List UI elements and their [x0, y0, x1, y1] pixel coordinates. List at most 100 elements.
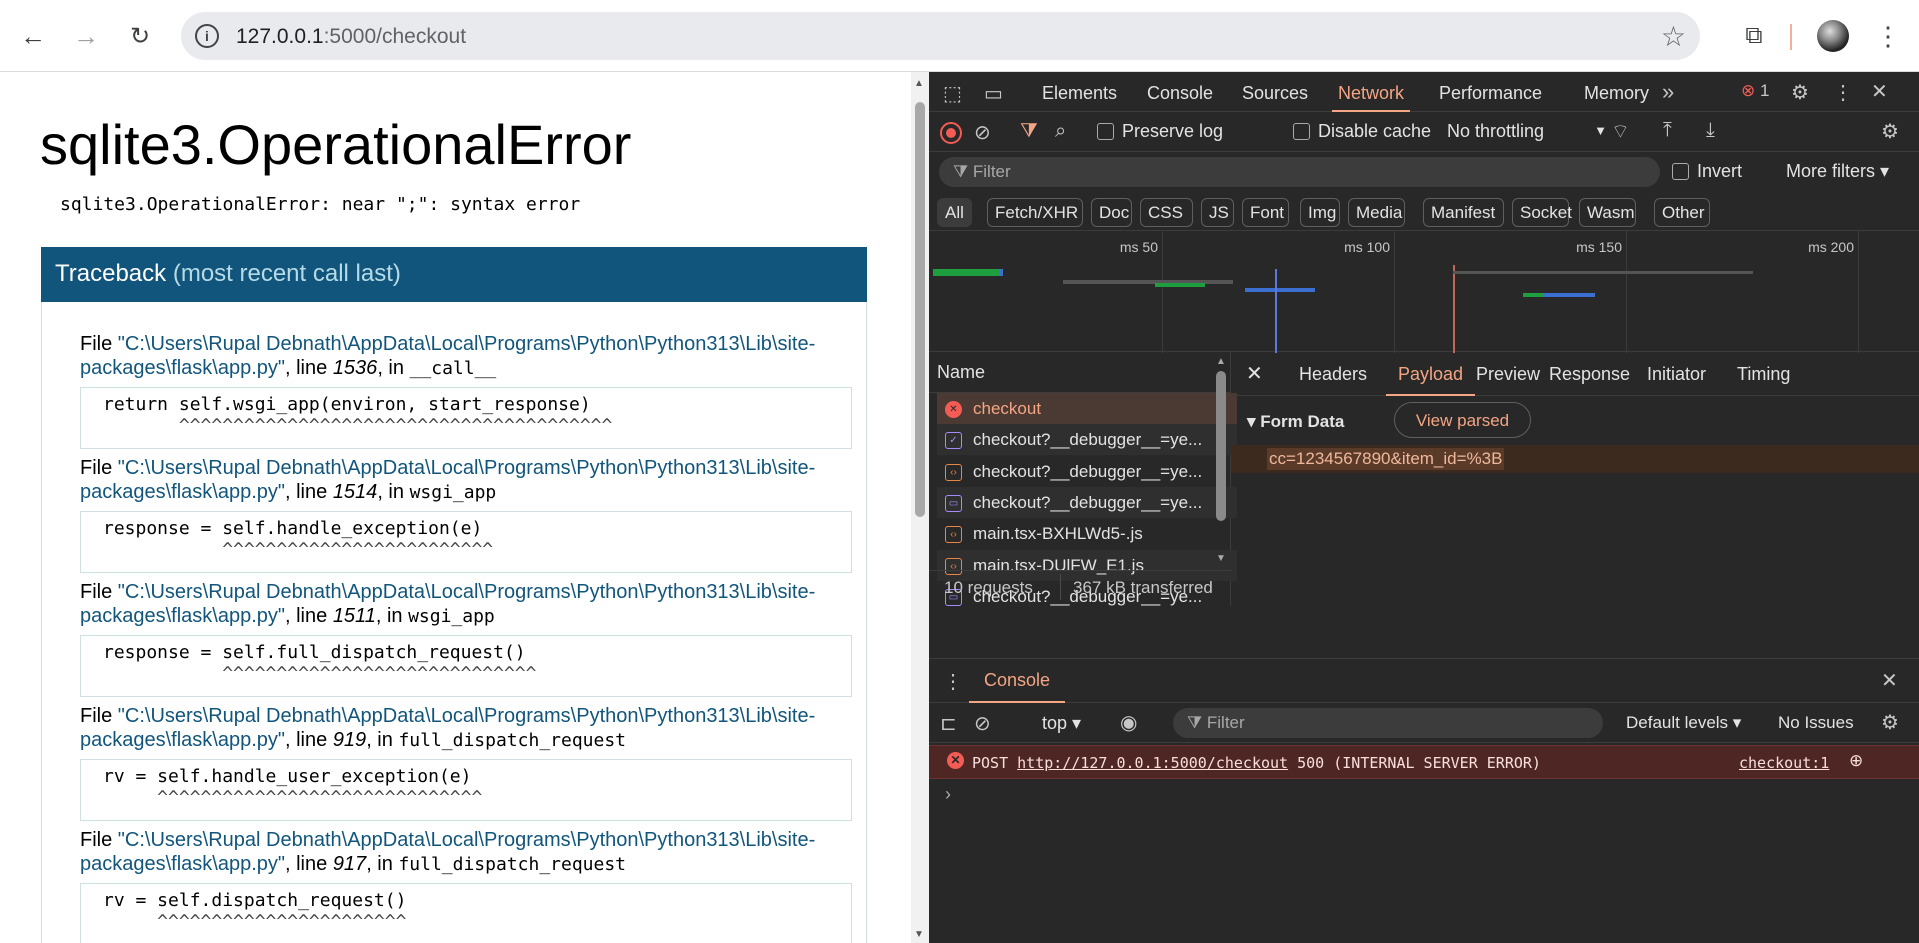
log-levels-select[interactable]: Default levels ▾ [1626, 713, 1741, 733]
request-row[interactable]: ✓ checkout?__debugger__=ye... [937, 424, 1237, 456]
forward-arrow-icon[interactable]: → [66, 16, 106, 56]
extensions-icon[interactable]: ⧉ [1734, 16, 1774, 56]
scroll-up-icon[interactable]: ▲ [914, 78, 924, 89]
type-filter-fetch-xhr[interactable]: Fetch/XHR [987, 198, 1083, 227]
profile-avatar[interactable] [1817, 20, 1849, 52]
back-arrow-icon[interactable]: ← [13, 16, 53, 56]
url-text[interactable]: 127.0.0.1:5000/checkout [236, 25, 466, 49]
throttling-select[interactable]: No throttling ▼ [1447, 121, 1607, 142]
ai-insights-icon[interactable]: ⊕ [1849, 751, 1863, 771]
reload-icon[interactable]: ↻ [120, 16, 160, 56]
detail-tab-response[interactable]: Response [1549, 364, 1630, 385]
type-filter-font[interactable]: Font [1242, 198, 1289, 227]
frame-file-path[interactable]: "C:\Users\Rupal Debnath\AppData\Local\Pr… [118, 581, 815, 603]
frame-file-path-cont[interactable]: packages\flask\app.py" [80, 853, 285, 875]
devtools-tab-memory[interactable]: Memory [1584, 83, 1649, 104]
devtools-tab-network[interactable]: Network [1332, 83, 1411, 112]
scrollbar-thumb[interactable] [915, 102, 925, 517]
frame-file-path[interactable]: "C:\Users\Rupal Debnath\AppData\Local\Pr… [118, 457, 815, 479]
inspect-element-icon[interactable]: ⬚ [943, 81, 962, 106]
payload-text[interactable]: cc=1234567890&item_id=%3B [1267, 448, 1505, 470]
type-filter-css[interactable]: CSS [1140, 198, 1193, 227]
clear-icon[interactable]: ⊘ [974, 120, 991, 145]
request-list-scrollbar[interactable]: ▲ ▼ [1212, 356, 1230, 564]
scroll-down-icon[interactable]: ▼ [914, 929, 924, 940]
type-filter-socket[interactable]: Socket [1512, 198, 1572, 227]
preserve-log-checkbox[interactable] [1097, 123, 1114, 140]
export-har-icon[interactable]: ⤓ [1706, 119, 1715, 142]
console-settings-icon[interactable]: ⚙ [1881, 710, 1899, 735]
type-filter-doc[interactable]: Doc [1091, 198, 1132, 227]
view-parsed-button[interactable]: View parsed [1394, 402, 1531, 438]
page-scrollbar[interactable]: ▲ ▼ [911, 72, 929, 943]
request-row[interactable]: ‹› main.tsx-BXHLWd5-.js [937, 518, 1237, 549]
invert-checkbox[interactable] [1672, 163, 1689, 180]
type-filter-wasm[interactable]: Wasm [1579, 198, 1636, 227]
devtools-tab-performance[interactable]: Performance [1439, 83, 1542, 104]
frame-file-path-cont[interactable]: packages\flask\app.py" [80, 481, 285, 503]
error-count-badge[interactable]: ⊗ 1 [1741, 81, 1769, 101]
request-row[interactable]: ▭ checkout?__debugger__=ye... [937, 486, 1237, 518]
type-filter-js[interactable]: JS [1201, 198, 1234, 227]
type-filter-media[interactable]: Media [1348, 198, 1405, 227]
detail-tab-preview[interactable]: Preview [1476, 364, 1540, 385]
frame-source[interactable]: rv = self.handle_user_exception(e) ^^^^^… [80, 759, 852, 821]
frame-source[interactable]: response = self.full_dispatch_request() … [80, 635, 852, 697]
type-filter-other[interactable]: Other [1654, 198, 1710, 227]
type-filter-manifest[interactable]: Manifest [1423, 198, 1504, 227]
detail-tab-initiator[interactable]: Initiator [1647, 364, 1706, 385]
frame-source[interactable]: response = self.handle_exception(e) ^^^^… [80, 511, 852, 573]
drawer-menu-icon[interactable]: ⋮ [943, 669, 963, 694]
frame-file-path[interactable]: "C:\Users\Rupal Debnath\AppData\Local\Pr… [118, 705, 815, 727]
issues-count[interactable]: No Issues [1778, 713, 1854, 733]
frame-file-path-cont[interactable]: packages\flask\app.py" [80, 357, 285, 379]
error-source-link[interactable]: checkout:1 [1739, 754, 1829, 772]
network-settings-icon[interactable]: ⚙ [1881, 119, 1899, 144]
settings-gear-icon[interactable]: ⚙ [1791, 80, 1809, 105]
site-info-icon[interactable]: i [195, 24, 219, 48]
filter-funnel-icon[interactable]: ⧩ [1020, 120, 1038, 143]
sidebar-toggle-icon[interactable]: ⊏ [940, 711, 957, 736]
address-bar[interactable]: i 127.0.0.1:5000/checkout ☆ [181, 12, 1700, 60]
network-conditions-icon[interactable]: ⌔ [1611, 119, 1630, 144]
close-drawer-icon[interactable]: ✕ [1881, 668, 1898, 693]
console-filter-input[interactable]: ⧩ Filter [1173, 708, 1603, 738]
frame-source[interactable]: return self.wsgi_app(environ, start_resp… [80, 387, 852, 449]
request-row[interactable]: ✕ checkout [937, 393, 1237, 424]
error-url-link[interactable]: http://127.0.0.1:5000/checkout [1017, 754, 1288, 772]
disable-cache-checkbox[interactable] [1293, 123, 1310, 140]
frame-file-path[interactable]: "C:\Users\Rupal Debnath\AppData\Local\Pr… [118, 333, 815, 355]
devtools-tab-elements[interactable]: Elements [1042, 83, 1117, 104]
more-tabs-icon[interactable]: » [1662, 79, 1674, 105]
console-clear-icon[interactable]: ⊘ [974, 711, 991, 736]
type-filter-img[interactable]: Img [1300, 198, 1340, 227]
close-detail-icon[interactable]: ✕ [1246, 361, 1263, 386]
frame-file-path-cont[interactable]: packages\flask\app.py" [80, 729, 285, 751]
devtools-tab-sources[interactable]: Sources [1242, 83, 1308, 104]
type-filter-all[interactable]: All [937, 198, 972, 227]
context-select[interactable]: top ▾ [1042, 713, 1081, 734]
frame-source[interactable]: rv = self.dispatch_request() ^^^^^^^^^^^… [80, 883, 852, 943]
form-data-header[interactable]: ▾ Form Data [1247, 412, 1344, 432]
detail-tab-headers[interactable]: Headers [1299, 364, 1367, 385]
drawer-tab-console[interactable]: Console [969, 659, 1065, 703]
kebab-menu-icon[interactable]: ⋮ [1868, 16, 1908, 56]
detail-tab-timing[interactable]: Timing [1737, 364, 1790, 385]
device-toolbar-icon[interactable]: ▭ [984, 81, 1003, 106]
import-har-icon[interactable]: ⤒ [1663, 119, 1672, 142]
request-row[interactable]: ‹› main.tsx-DUlFW_E1.js [937, 549, 1237, 581]
detail-tab-payload[interactable]: Payload [1386, 364, 1476, 396]
frame-file-path-cont[interactable]: packages\flask\app.py" [80, 605, 285, 627]
devtools-tab-console[interactable]: Console [1147, 83, 1213, 104]
more-filters-button[interactable]: More filters ▾ [1786, 161, 1889, 182]
bookmark-star-icon[interactable]: ☆ [1661, 20, 1686, 53]
close-devtools-icon[interactable]: ✕ [1871, 79, 1888, 104]
record-icon[interactable] [940, 122, 962, 144]
live-expression-eye-icon[interactable]: ◉ [1120, 710, 1137, 735]
console-prompt[interactable]: › [945, 784, 951, 805]
more-options-icon[interactable]: ⋮ [1833, 80, 1853, 105]
request-row[interactable]: ‹› checkout?__debugger__=ye... [937, 456, 1237, 487]
filter-input[interactable]: ⧩ Filter [939, 157, 1660, 187]
search-icon[interactable]: ⌕ [1055, 120, 1066, 143]
frame-file-path[interactable]: "C:\Users\Rupal Debnath\AppData\Local\Pr… [118, 829, 815, 851]
